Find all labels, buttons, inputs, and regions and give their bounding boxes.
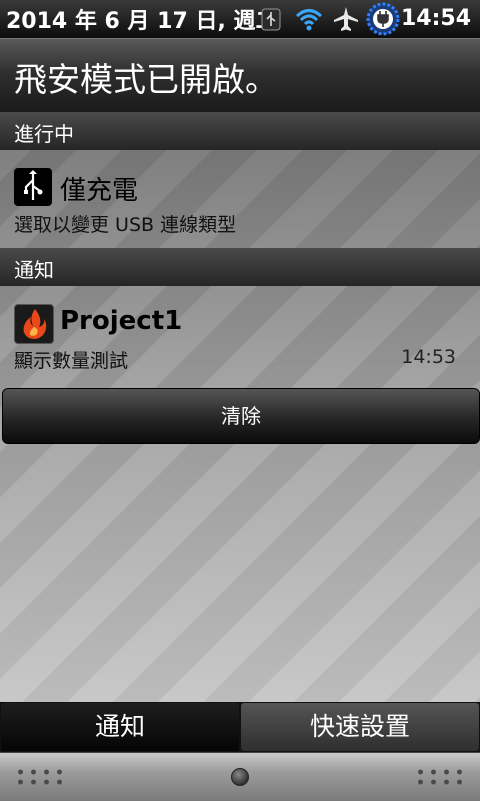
grip-dots-left-icon [14, 767, 66, 787]
airplane-mode-text: 飛安模式已開啟。 [14, 60, 278, 99]
airplane-mode-banner: 飛安模式已開啟。 [0, 38, 480, 114]
usb-notification-subtitle: 選取以變更 USB 連線類型 [14, 214, 237, 236]
usb-notification-title: 僅充電 [60, 176, 139, 206]
status-date: 2014 年 6 月 17 日, 週二 [6, 9, 278, 34]
tab-notifications[interactable]: 通知 [1, 703, 239, 751]
wifi-icon [292, 0, 326, 38]
status-bar: 2014 年 6 月 17 日, 週二 14:54 [0, 0, 480, 38]
clear-button[interactable]: 清除 [2, 388, 480, 444]
status-time: 14:54 [400, 6, 471, 31]
grip-dots-right-icon [414, 767, 466, 787]
tab-quick-settings[interactable]: 快速設置 [241, 703, 479, 751]
app-notification[interactable]: Project1 顯示數量測試 14:53 [0, 286, 480, 384]
notifications-header-label: 通知 [14, 258, 54, 282]
ongoing-header-label: 進行中 [14, 122, 74, 146]
battery-charging-icon [365, 0, 401, 38]
app-notification-time: 14:53 [401, 346, 456, 368]
handle-knob-icon [231, 768, 249, 786]
usb-icon [258, 0, 284, 38]
usb-notification[interactable]: 僅充電 選取以變更 USB 連線類型 [0, 150, 480, 248]
flame-app-icon [14, 304, 54, 344]
app-notification-subtitle: 顯示數量測試 [14, 350, 129, 372]
notifications-header: 通知 [0, 248, 480, 286]
airplane-icon [330, 0, 362, 38]
app-notification-title: Project1 [60, 306, 183, 336]
drag-handle[interactable] [0, 752, 480, 801]
ongoing-header: 進行中 [0, 112, 480, 150]
bottom-tabs: 通知 快速設置 [0, 702, 480, 752]
usb-icon [14, 168, 52, 206]
